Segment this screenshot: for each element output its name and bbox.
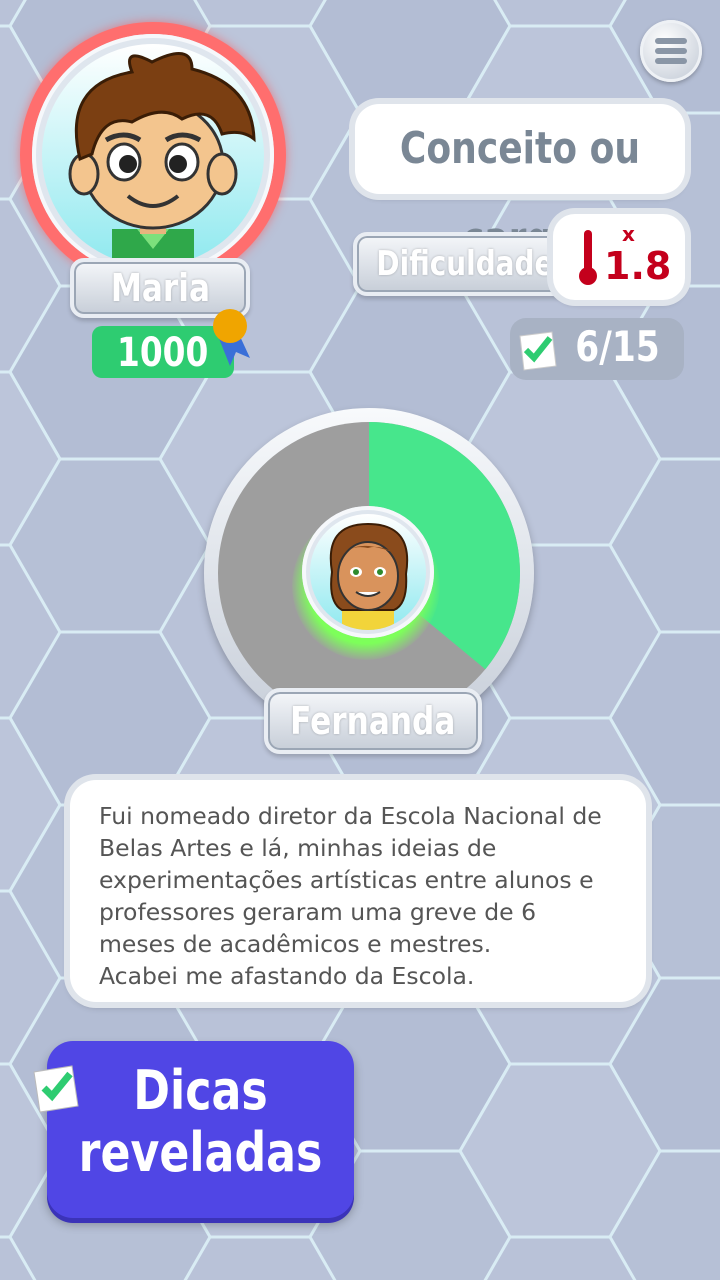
menu-button[interactable] [640, 20, 702, 82]
player-avatar [42, 44, 264, 266]
progress-text-value: 6/15 [575, 322, 660, 371]
checklist-icon [519, 331, 557, 371]
revealed-hints-label[interactable]: Dicas reveladas [47, 1060, 354, 1184]
hint-line: Acabei me afastando da Escola. [99, 962, 475, 990]
hint-line: meses de acadêmicos e mestres. [99, 930, 492, 958]
boy-avatar-icon [68, 52, 256, 266]
thermometer-icon [579, 230, 597, 285]
girl-avatar-icon [329, 522, 409, 630]
opponent-name-text: Fernanda [290, 699, 456, 743]
category-card: Conceito ou cargo [355, 104, 685, 264]
opponent-name: Fernanda [264, 688, 482, 754]
hint-line: Fui nomeado diretor da Escola Nacional d… [99, 802, 602, 830]
hamburger-bar [655, 48, 687, 54]
hamburger-bar [655, 58, 687, 64]
hints-button-line2: reveladas [78, 1121, 323, 1184]
player-name-text: Maria [110, 266, 210, 310]
hint-line: Belas Artes e lá, minhas ideias de [99, 834, 497, 862]
opponent-avatar [310, 514, 426, 630]
difficulty-label: Dificuldade [353, 232, 573, 296]
hint-text: Fui nomeado diretor da Escola Nacional d… [99, 800, 629, 992]
progress-text: 6/15 [566, 322, 669, 371]
medal-icon [213, 309, 250, 366]
difficulty-label-text: Dificuldade [376, 244, 554, 284]
difficulty-multiplier-symbol: x [622, 222, 635, 246]
hint-line: experimentações artísticas entre alunos … [99, 866, 594, 894]
checklist-icon [33, 1065, 79, 1113]
difficulty-value: 1.8 [604, 244, 672, 288]
hints-button-line1: Dicas [133, 1059, 268, 1122]
hamburger-menu-icon [655, 38, 687, 44]
player-score-text: 1000 [117, 330, 209, 376]
hint-line: professores geraram uma greve de 6 [99, 898, 537, 926]
